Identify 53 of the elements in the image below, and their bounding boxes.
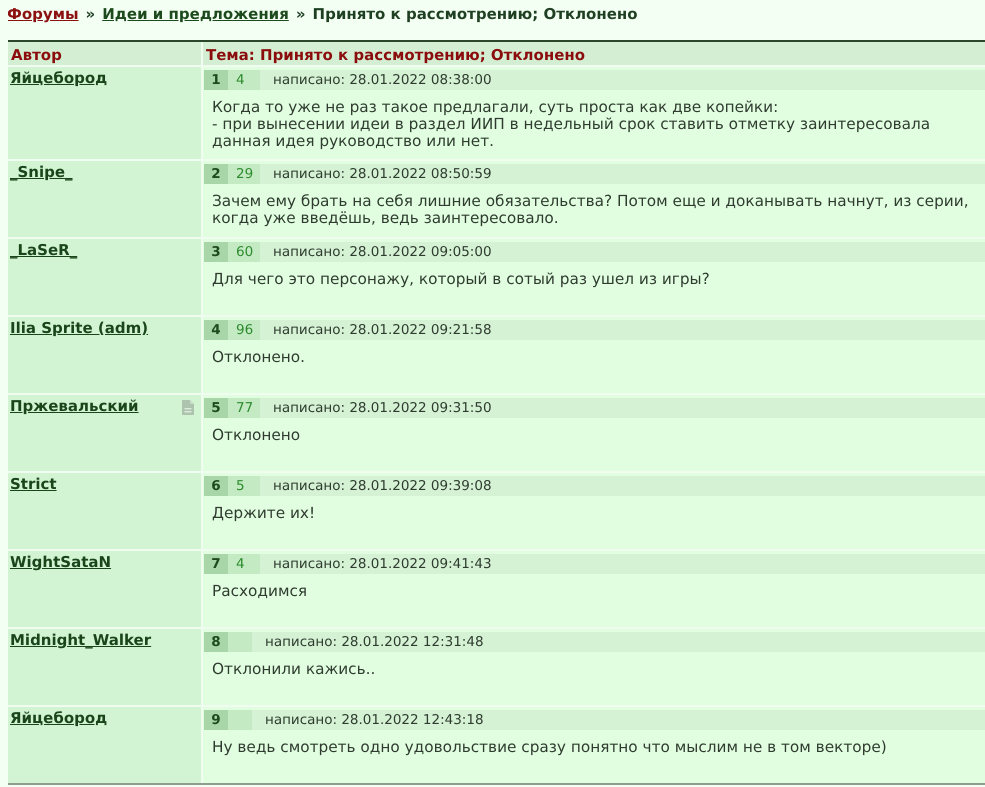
- author-link[interactable]: Яйцебород: [10, 70, 108, 87]
- post-text: Держите их!: [211, 503, 316, 524]
- post-number: 4: [204, 320, 228, 340]
- post-count: 60: [228, 242, 260, 262]
- post-date: написано: 28.01.2022 09:39:08: [272, 478, 492, 494]
- post-number: 7: [204, 554, 228, 574]
- post-text: Отклонили кажись..: [211, 659, 376, 680]
- post-text: Ну ведь смотреть одно удовольствие сразу понятно что мыслим не в том векторе): [211, 737, 888, 758]
- post-date: написано: 28.01.2022 09:41:43: [272, 556, 492, 572]
- post-text: Отклонено: [211, 425, 302, 446]
- author-link[interactable]: _Snipe_: [10, 164, 73, 181]
- post-number: 9: [204, 710, 228, 730]
- breadcrumb-link[interactable]: Форумы: [8, 5, 79, 23]
- post-count: 4: [228, 70, 260, 90]
- post-number: 8: [204, 632, 228, 652]
- author-link[interactable]: Яйцебород: [10, 710, 108, 727]
- breadcrumb-link[interactable]: Идеи и предложения: [102, 5, 289, 23]
- post-count: 96: [228, 320, 260, 340]
- post-number: 2: [204, 164, 228, 184]
- post-date: написано: 28.01.2022 08:50:59: [272, 166, 492, 182]
- breadcrumb-separator: »: [296, 5, 306, 23]
- post-date: написано: 28.01.2022 12:31:48: [264, 634, 484, 650]
- post-number: 6: [204, 476, 228, 496]
- post-text: Для чего это персонажу, который в сотый раз ушел из игры?: [211, 269, 711, 290]
- post-date: написано: 28.01.2022 08:38:00: [272, 72, 492, 88]
- post-text: Расходимся: [211, 581, 308, 602]
- post-count: 77: [228, 398, 260, 418]
- post-text: Когда то уже не раз такое предлагали, суть проста как две копейки: - при вынесении идеи в раздел ИИП в недельный срок ставить отметку заинтересовала данная идея руководство или нет.: [211, 97, 932, 152]
- author-link[interactable]: WightSataN: [10, 554, 112, 571]
- count-block: [228, 632, 252, 652]
- document-icon[interactable]: [182, 400, 194, 415]
- column-header: Автор: [8, 42, 203, 67]
- post-date: написано: 28.01.2022 12:43:18: [264, 712, 484, 728]
- author-link[interactable]: Strict: [10, 476, 57, 493]
- breadcrumb-current: Принято к рассмотрению; Отклонено: [312, 5, 638, 23]
- post-date: написано: 28.01.2022 09:05:00: [272, 244, 492, 260]
- count-block: [228, 710, 252, 730]
- topic-title: Тема: Принято к рассмотрению; Отклонено: [203, 42, 985, 67]
- post-number: 1: [204, 70, 228, 90]
- post-number: 3: [204, 242, 228, 262]
- post-date: написано: 28.01.2022 09:31:50: [272, 400, 492, 416]
- post-number: 5: [204, 398, 228, 418]
- post-count: 5: [228, 476, 260, 496]
- post-date: написано: 28.01.2022 09:21:58: [272, 322, 492, 338]
- post-count: 4: [228, 554, 260, 574]
- post-text: Отклонено.: [211, 347, 306, 368]
- author-link[interactable]: Ilia Sprite (adm): [10, 320, 148, 337]
- post-text: Зачем ему брать на себя лишние обязательства? Потом еще и доканывать начнут, из серии, когда уже введёшь, ведь заинтересовало.: [211, 191, 970, 229]
- post-count: 29: [228, 164, 260, 184]
- breadcrumb-separator: »: [86, 5, 96, 23]
- author-link[interactable]: _LaSeR_: [10, 242, 78, 259]
- author-link[interactable]: Пржевальский: [10, 398, 139, 415]
- author-link[interactable]: Midnight_Walker: [10, 632, 152, 649]
